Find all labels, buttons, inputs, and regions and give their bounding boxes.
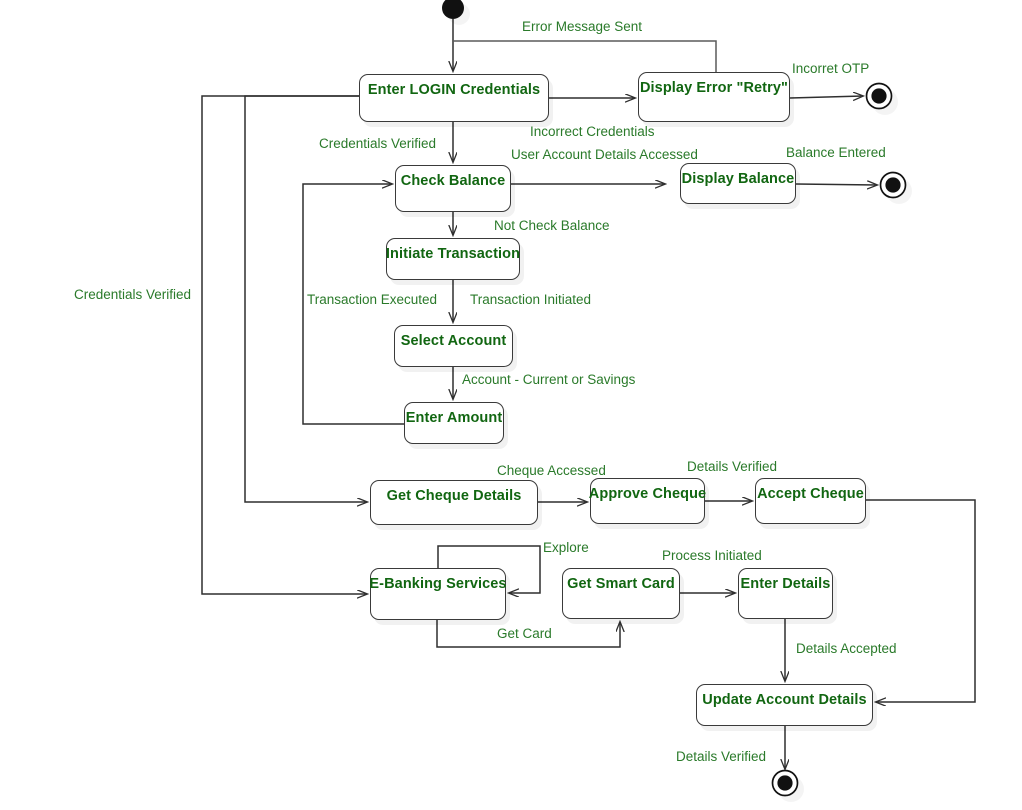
state-label: Enter LOGIN Credentials [367,82,541,98]
state-label: Initiate Transaction [385,246,521,262]
state-e-banking-services[interactable]: E-Banking Services [369,568,507,620]
transition-label-credentials-verified-down: Credentials Verified [319,136,437,151]
transition-label-not-check-balance: Not Check Balance [494,218,610,233]
state-label: Display Balance [681,171,795,187]
state-label: Check Balance [400,173,506,189]
transition-label-user-account-details-accessed: User Account Details Accessed [511,147,698,162]
transition-label-process-initiated: Process Initiated [662,548,762,563]
transition-label-incorrect-credentials: Incorrect Credentials [530,124,655,139]
state-initiate-transaction[interactable]: Initiate Transaction [386,238,520,280]
transition-label-details-accepted: Details Accepted [796,641,897,656]
state-enter-login-credentials[interactable]: Enter LOGIN Credentials [359,74,549,122]
state-display-error-retry[interactable]: Display Error "Retry" [638,72,790,122]
transition-label-details-verified-cheque: Details Verified [687,459,778,474]
state-display-balance[interactable]: Display Balance [680,163,796,204]
transition-label-explore: Explore [543,540,589,555]
final-state-balance [879,171,912,204]
transition-label-account-current-or-savings: Account - Current or Savings [462,372,636,387]
state-approve-cheque[interactable]: Approve Cheque [588,478,707,524]
state-label: Update Account Details [702,692,867,708]
state-label: Display Error "Retry" [639,80,788,96]
state-enter-details[interactable]: Enter Details [738,568,833,619]
state-label: Enter Amount [405,410,503,426]
state-label: Select Account [400,333,507,349]
state-label: Get Cheque Details [386,488,522,504]
transition-label-cheque-accessed: Cheque Accessed [497,463,606,478]
state-label: Accept Cheque [757,486,864,502]
state-label: Get Smart Card [567,576,675,592]
final-state-otp [865,82,898,115]
transition-label-transaction-executed: Transaction Executed [307,292,438,307]
transition-label-details-verified-final: Details Verified [676,749,767,764]
transition-label-transaction-initiated: Transaction Initiated [470,292,592,307]
transition-label-error-message-sent: Error Message Sent [522,19,643,34]
state-label: Enter Details [740,576,831,592]
state-check-balance[interactable]: Check Balance [395,165,511,212]
final-state-update [771,769,804,802]
state-get-smart-card[interactable]: Get Smart Card [562,568,680,619]
state-diagram-canvas: Enter LOGIN Credentials Display Error "R… [0,0,1022,810]
state-label: Approve Cheque [588,486,707,502]
state-update-account-details[interactable]: Update Account Details [696,684,873,726]
transition-label-incorret-otp: Incorret OTP [792,61,870,76]
transition-label-get-card: Get Card [497,626,552,641]
state-select-account[interactable]: Select Account [394,325,513,367]
state-label: E-Banking Services [369,576,507,592]
state-get-cheque-details[interactable]: Get Cheque Details [370,480,538,525]
state-enter-amount[interactable]: Enter Amount [404,402,504,444]
initial-state [442,0,470,25]
state-accept-cheque[interactable]: Accept Cheque [755,478,866,524]
transition-label-credentials-verified-left: Credentials Verified [74,287,192,302]
transition-label-balance-entered: Balance Entered [786,145,886,160]
